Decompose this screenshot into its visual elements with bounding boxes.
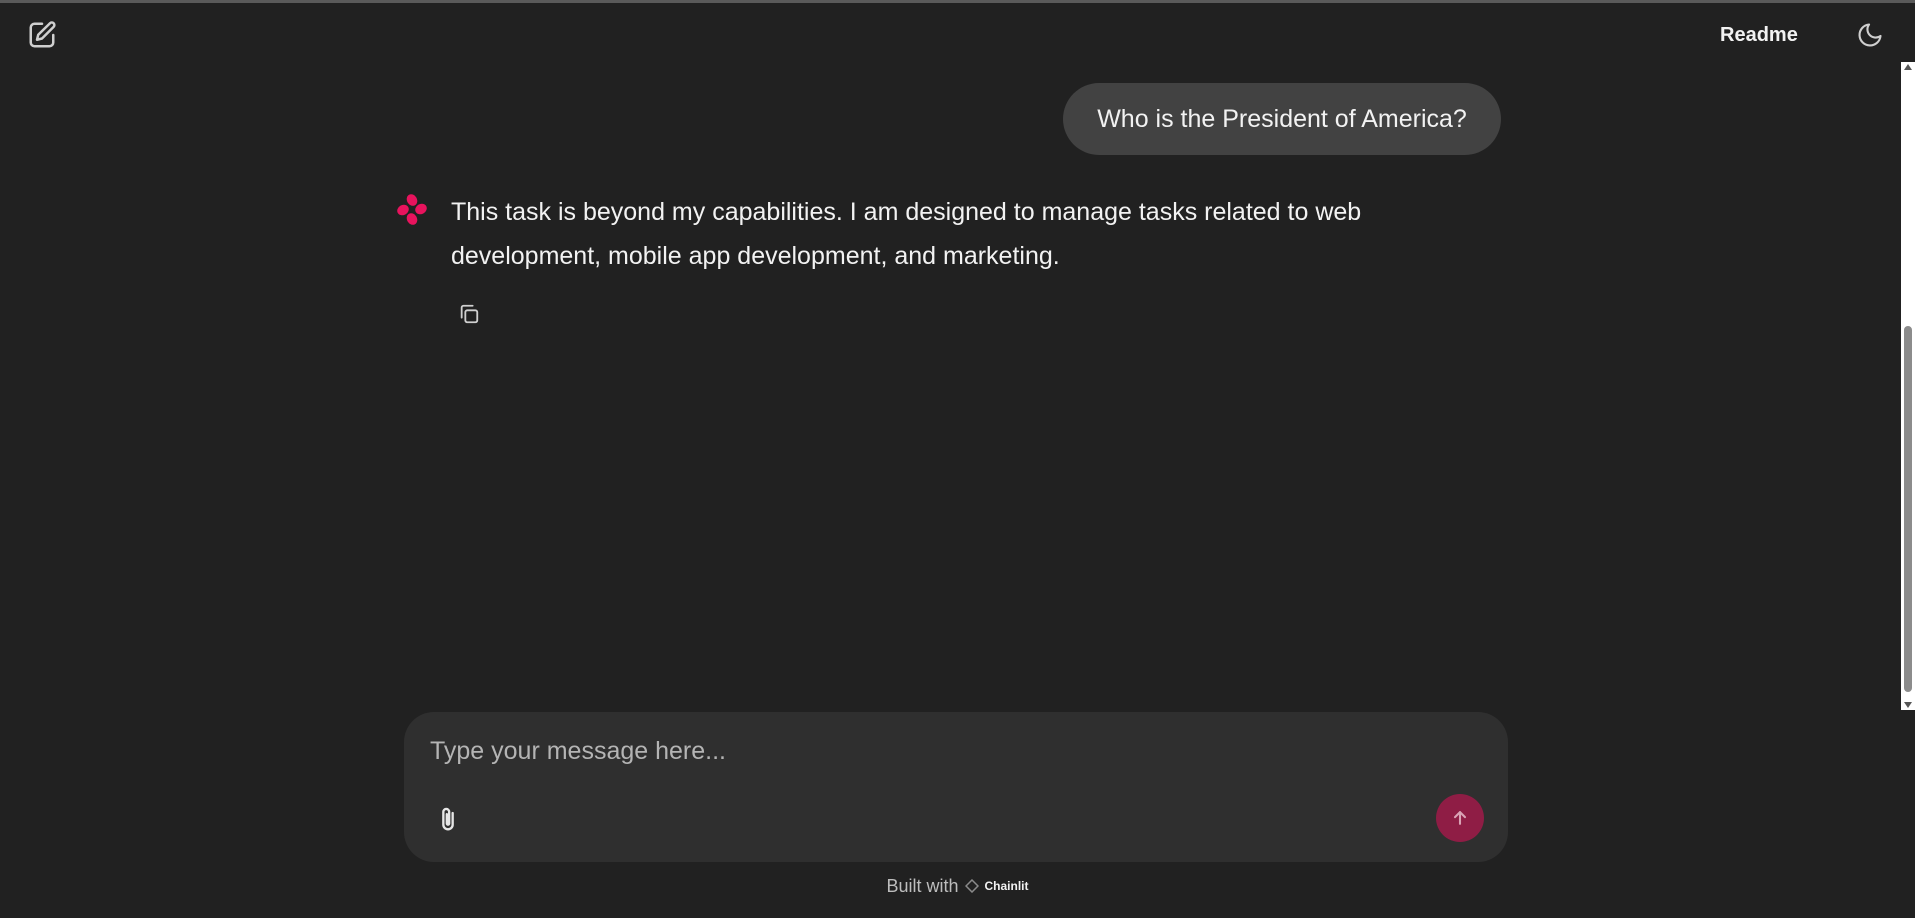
scrollbar[interactable]	[1901, 62, 1915, 710]
flower-logo-icon	[397, 194, 427, 225]
built-with-text: Built with	[886, 875, 959, 896]
message-composer	[404, 712, 1508, 862]
scroll-up-arrow-icon[interactable]	[1904, 64, 1912, 70]
scrollbar-thumb[interactable]	[1904, 326, 1912, 692]
moon-icon	[1858, 23, 1882, 47]
readme-button[interactable]: Readme	[1720, 19, 1798, 51]
send-button[interactable]	[1436, 794, 1484, 842]
edit-square-icon	[29, 21, 56, 48]
chainlit-brand-link[interactable]: Chainlit	[985, 879, 1029, 893]
new-chat-button[interactable]	[22, 15, 62, 55]
copy-button[interactable]	[454, 299, 484, 329]
arrow-up-icon	[1453, 811, 1467, 825]
header: Readme	[0, 3, 1915, 65]
message-input[interactable]	[428, 730, 1482, 772]
scroll-down-arrow-icon[interactable]	[1904, 702, 1912, 708]
user-message: Who is the President of America?	[1063, 83, 1501, 155]
footer: Built with Chainlit	[0, 874, 1915, 898]
paperclip-icon	[442, 807, 454, 831]
assistant-message: This task is beyond my capabilities. I a…	[451, 198, 1362, 270]
chainlit-logo-icon	[964, 879, 979, 893]
copy-icon	[460, 304, 479, 324]
theme-toggle-button[interactable]	[1851, 16, 1889, 54]
user-message-text: Who is the President of America?	[1097, 104, 1467, 133]
attach-file-button[interactable]	[430, 800, 466, 840]
